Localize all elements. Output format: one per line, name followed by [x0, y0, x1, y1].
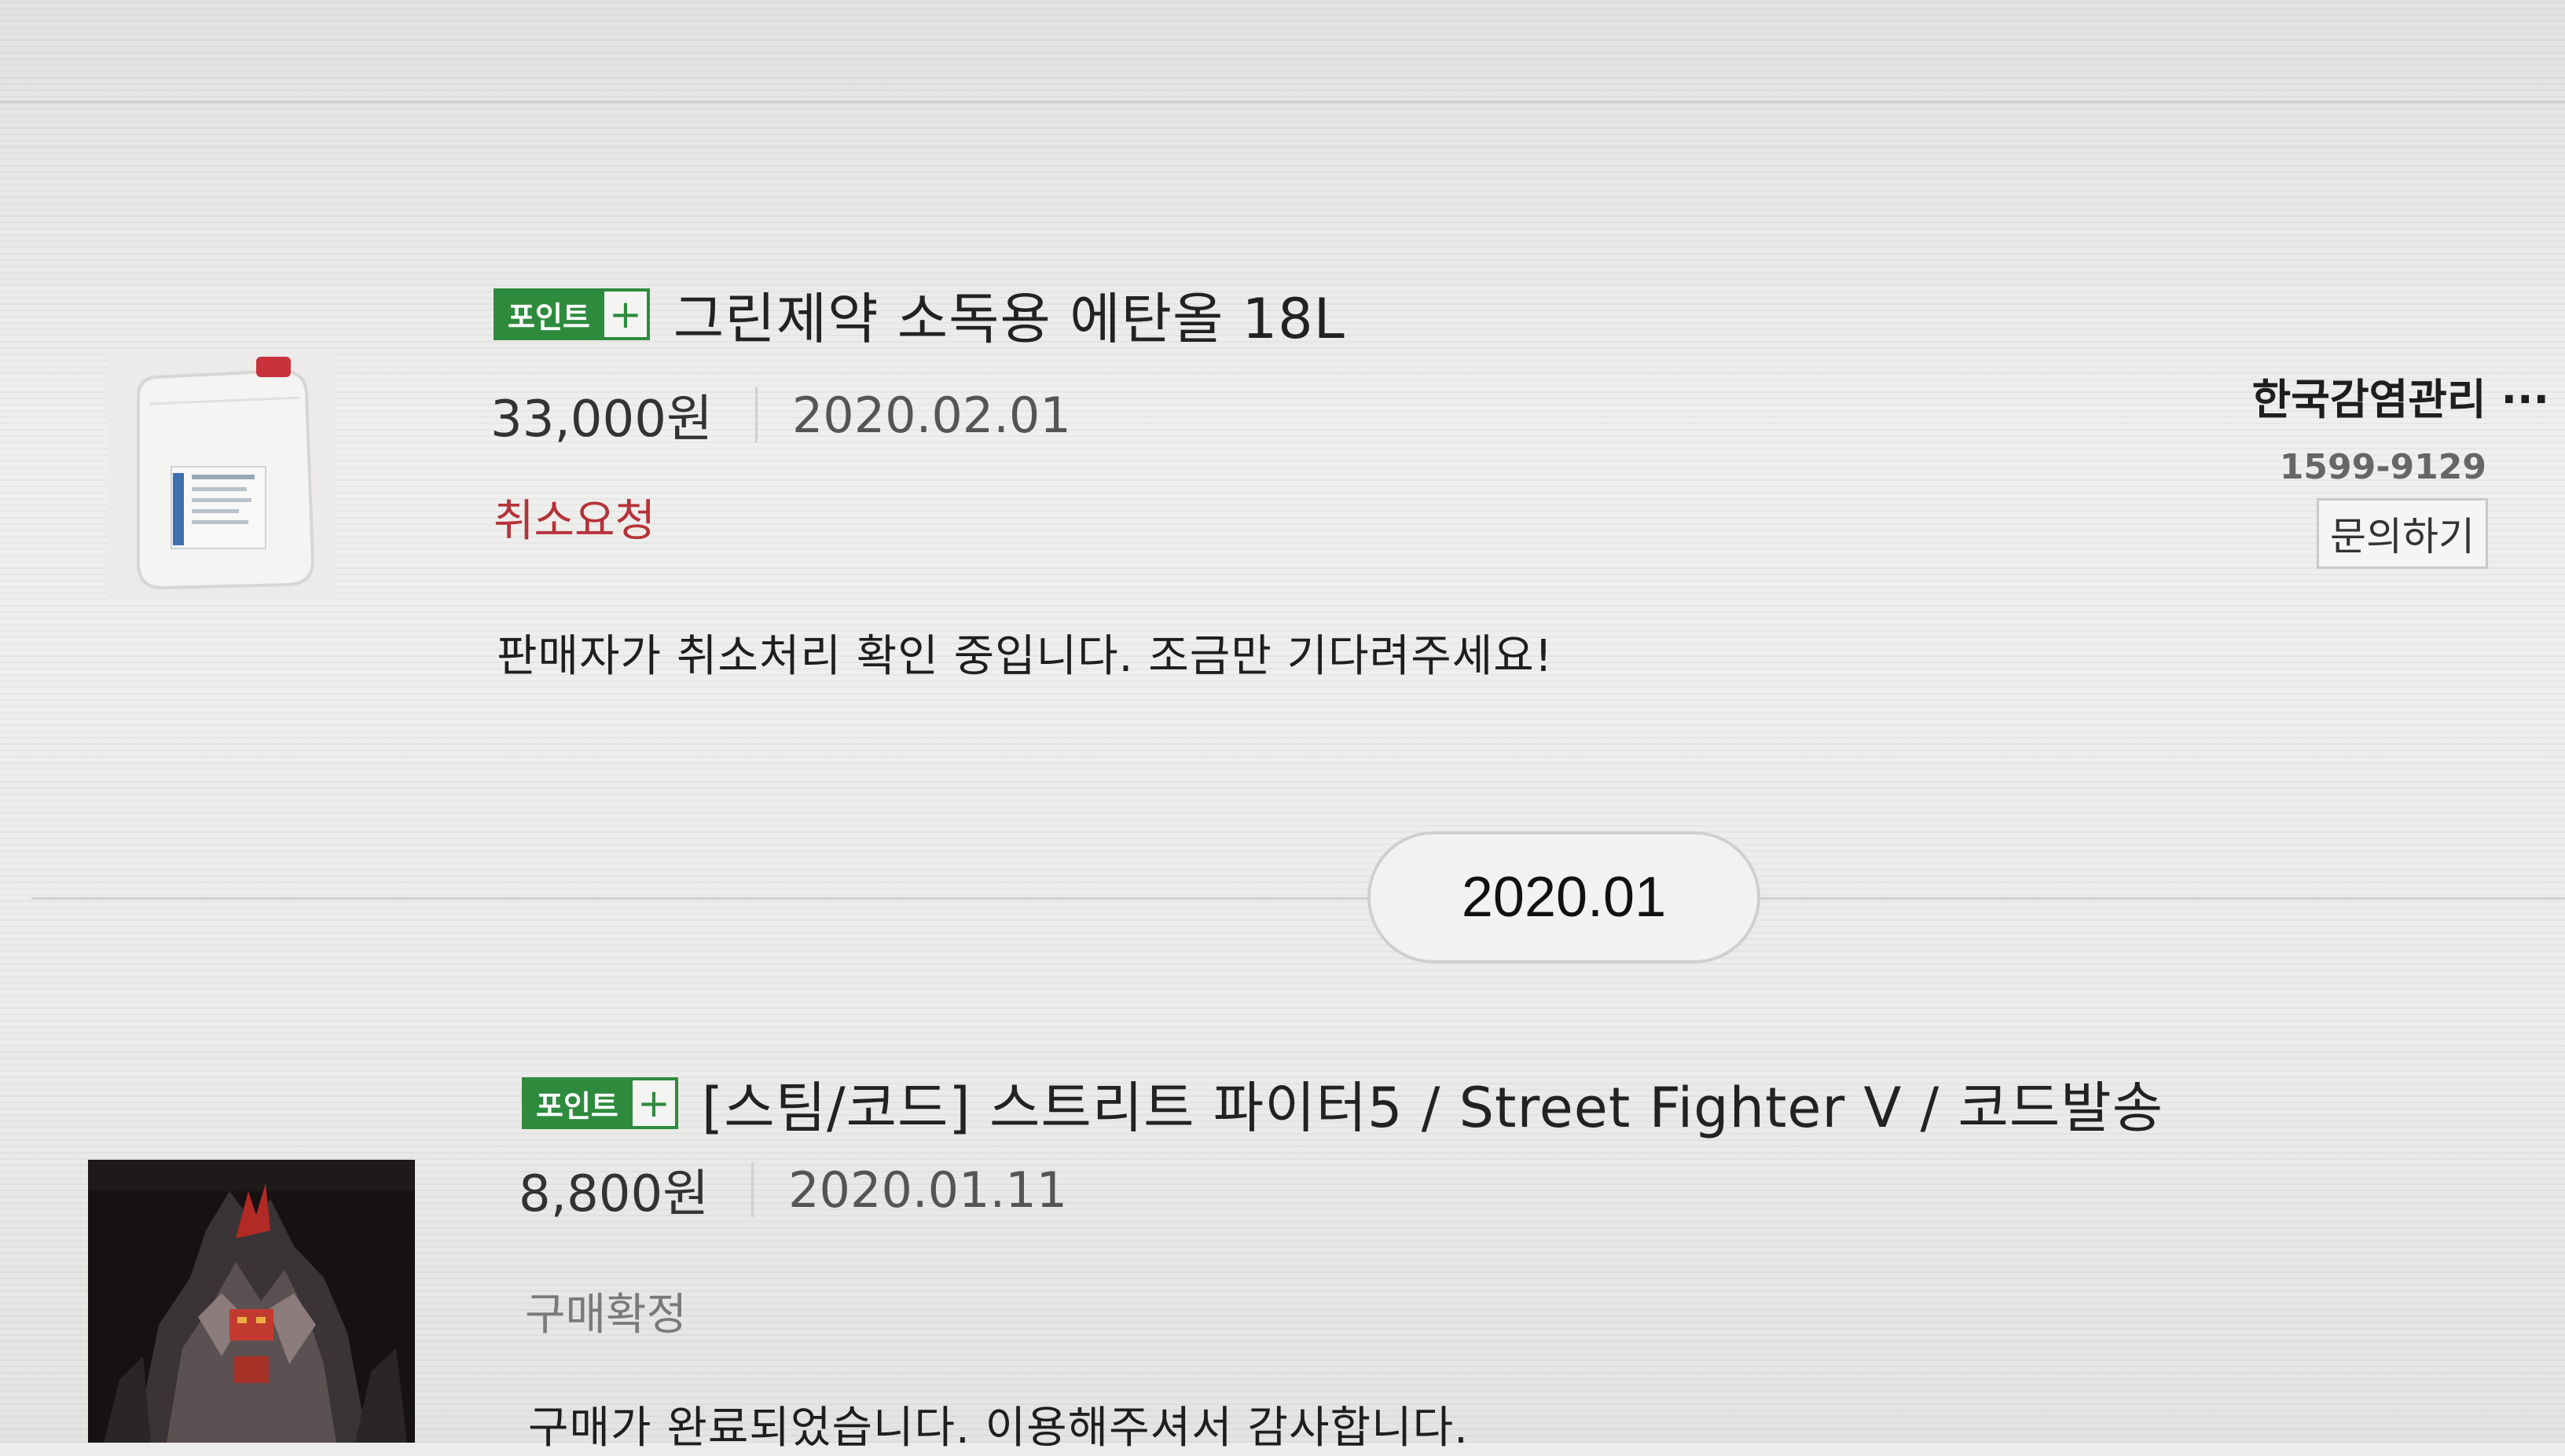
seller-phone: 1599-9129: [2279, 447, 2486, 487]
inquiry-button[interactable]: 문의하기: [2317, 498, 2488, 569]
point-plus-badge: 포인트 +: [522, 1077, 678, 1129]
seller-name[interactable]: 한국감염관리 ···: [2156, 365, 2549, 427]
seller-info: 한국감염관리 ··· 1599-9129 문의하기: [2156, 365, 2549, 569]
order-item: 포인트 + [스팀/코드] 스트리트 파이터5 / Street Fighter…: [0, 1053, 2565, 1454]
point-badge-label: 포인트: [494, 288, 604, 340]
product-name[interactable]: [스팀/코드] 스트리트 파이터5 / Street Fighter V / 코…: [702, 1064, 2163, 1143]
product-title-row[interactable]: 포인트 + [스팀/코드] 스트리트 파이터5 / Street Fighter…: [522, 1065, 2163, 1141]
plus-icon: +: [604, 288, 650, 340]
month-divider: 2020.01: [0, 831, 2565, 965]
product-thumbnail-street-fighter[interactable]: [88, 1160, 415, 1443]
order-status: 구매확정: [525, 1289, 688, 1340]
plus-icon: +: [632, 1077, 678, 1129]
order-item: 포인트 + 그린제약 소독용 에탄올 18L 33,000원 2020.02.0…: [0, 267, 2565, 707]
bottle-cap-icon: [256, 357, 291, 377]
order-date: 2020.01.11: [788, 1161, 1068, 1219]
order-date: 2020.02.01: [791, 386, 1071, 444]
status-message: 구매가 완료되었습니다. 이용해주셔서 감사합니다.: [528, 1403, 1469, 1454]
order-history-screen: 포인트 + 그린제약 소독용 에탄올 18L 33,000원 2020.02.0…: [0, 0, 2565, 1454]
status-message: 판매자가 취소처리 확인 중입니다. 조금만 기다려주세요!: [497, 631, 1554, 682]
order-status: 취소요청: [494, 496, 656, 547]
product-name[interactable]: 그린제약 소독용 에탄올 18L: [673, 275, 1345, 354]
section-divider: [0, 101, 2565, 103]
price-date-row: 33,000원 2020.02.01: [490, 376, 1071, 454]
point-plus-badge: 포인트 +: [494, 288, 650, 340]
vertical-divider: [754, 387, 758, 442]
order-price: 8,800원: [519, 1165, 710, 1223]
vertical-divider: [751, 1162, 754, 1217]
order-price: 33,000원: [490, 391, 713, 449]
product-title-row[interactable]: 포인트 + 그린제약 소독용 에탄올 18L: [494, 277, 1345, 352]
product-thumbnail-ethanol[interactable]: [107, 349, 335, 600]
price-date-row: 8,800원 2020.01.11: [519, 1150, 1067, 1229]
month-divider-line: [31, 897, 2565, 900]
point-badge-label: 포인트: [522, 1077, 633, 1129]
month-label: 2020.01: [1367, 831, 1760, 963]
